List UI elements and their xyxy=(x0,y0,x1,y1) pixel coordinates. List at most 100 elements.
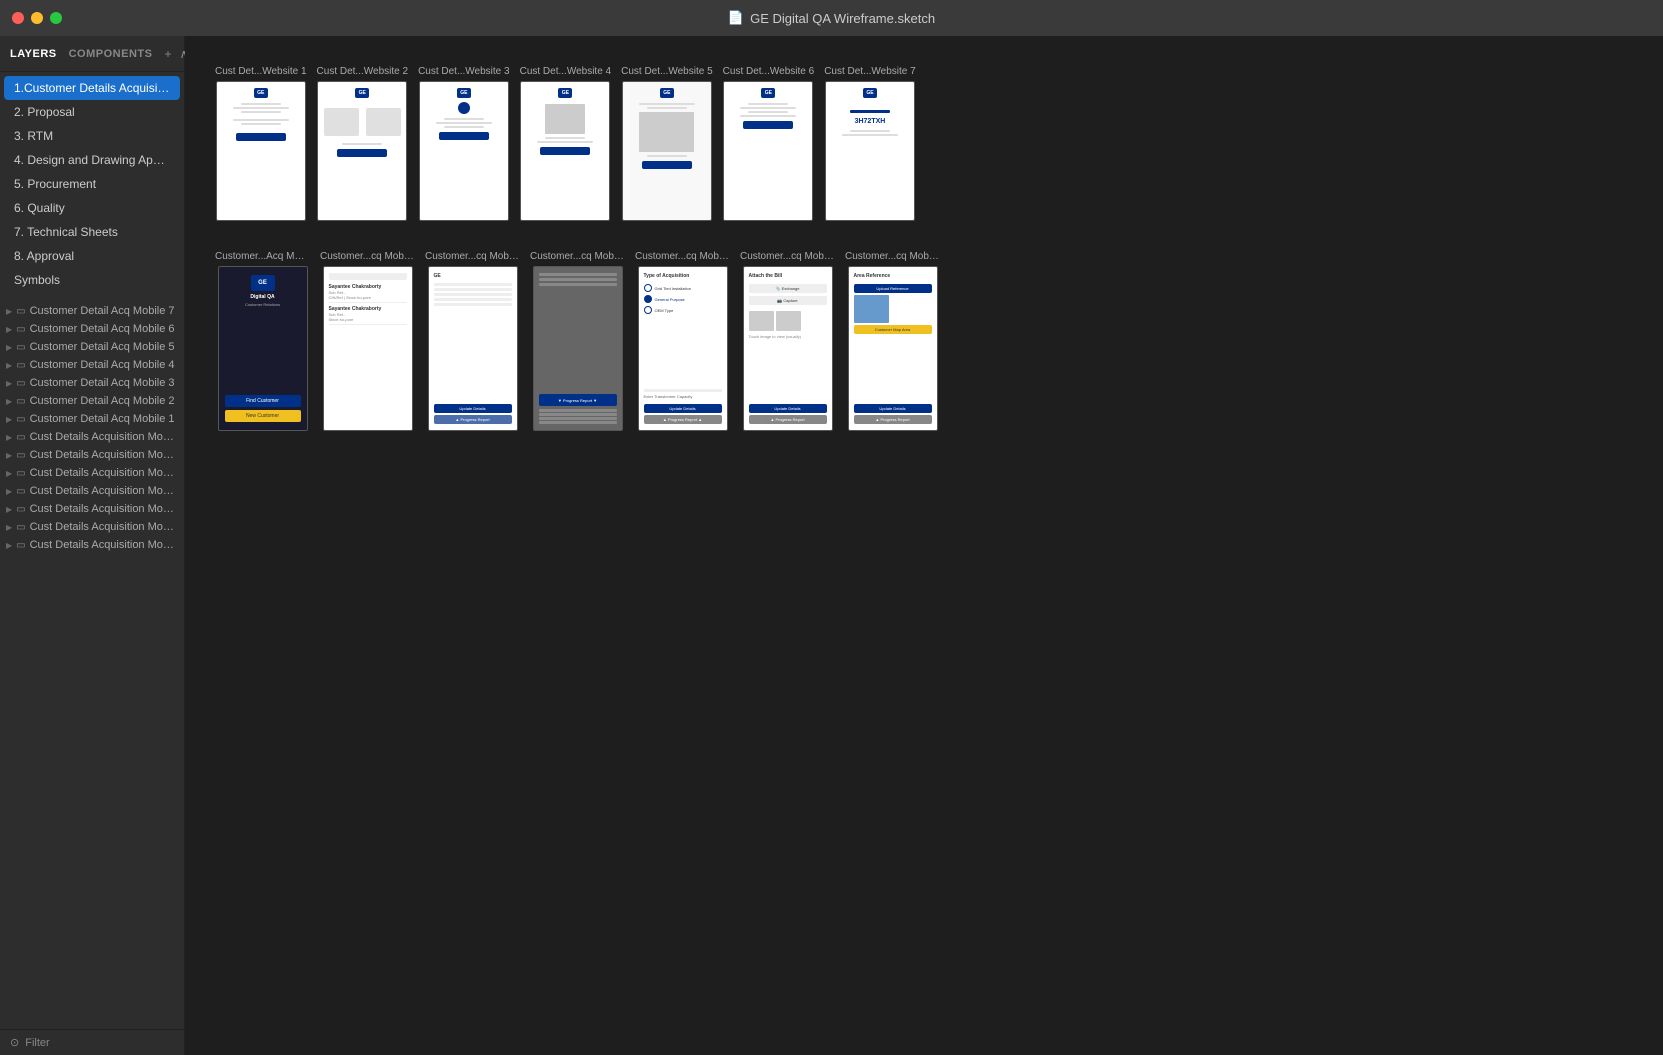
arrow-icon: ▶ xyxy=(6,487,12,496)
artwork-label: Customer...cq Mobile 3 xyxy=(425,251,520,262)
artwork-mobile-1[interactable]: Customer...Acq Mobile 1 GE Digital QA Cu… xyxy=(215,251,310,431)
sidebar-item-symbols[interactable]: Symbols xyxy=(4,268,180,292)
artwork-website-5[interactable]: Cust Det...Website 5 GE xyxy=(621,66,713,221)
artboard-icon: ▭ xyxy=(16,396,25,407)
artwork-mobile-2[interactable]: Customer...cq Mobile 2 Sayantee Chakrabo… xyxy=(320,251,415,431)
artwork-label: Cust Det...Website 2 xyxy=(317,66,409,77)
layer-item[interactable]: ▶ ▭ Customer Detail Acq Mobile 7 xyxy=(0,302,184,320)
artwork-mobile-6[interactable]: Customer...cq Mobile 6 Attach the Bill 📎… xyxy=(740,251,835,431)
artwork-thumbnail: Area Reference Upload Reference Customer… xyxy=(848,266,938,431)
artwork-thumbnail: GE xyxy=(419,81,509,221)
sidebar-item-procurement[interactable]: 5. Procurement xyxy=(4,172,180,196)
artboard-icon: ▭ xyxy=(16,306,25,317)
artwork-mobile-7[interactable]: Customer...cq Mobile 7 Area Reference Up… xyxy=(845,251,940,431)
artwork-label: Customer...cq Mobile 7 xyxy=(845,251,940,262)
artwork-label: Cust Det...Website 6 xyxy=(723,66,815,77)
tab-components[interactable]: COMPONENTS xyxy=(69,48,153,60)
artwork-website-4[interactable]: Cust Det...Website 4 GE xyxy=(520,66,612,221)
artboard-icon: ▭ xyxy=(16,522,25,533)
window-title: 📄 GE Digital QA Wireframe.sketch xyxy=(728,10,935,26)
artboard-icon: ▭ xyxy=(16,468,25,479)
artboard-icon: ▭ xyxy=(16,450,25,461)
artwork-website-2[interactable]: Cust Det...Website 2 GE xyxy=(317,66,409,221)
layer-item[interactable]: ▶ ▭ Customer Detail Acq Mobile 6 xyxy=(0,320,184,338)
arrow-icon: ▶ xyxy=(6,343,12,352)
tab-layers[interactable]: LAYERS xyxy=(10,48,57,60)
artwork-website-1[interactable]: Cust Det...Website 1 GE xyxy=(215,66,307,221)
artwork-label: Cust Det...Website 5 xyxy=(621,66,713,77)
sidebar-item-technical-sheets[interactable]: 7. Technical Sheets xyxy=(4,220,180,244)
artwork-thumbnail: GE xyxy=(317,81,407,221)
main-layout: LAYERS COMPONENTS + ∧ 1.Customer Details… xyxy=(0,36,1663,1055)
artwork-label: Customer...cq Mobile 4 xyxy=(530,251,625,262)
layer-item[interactable]: ▶ ▭ Cust Details Acquisition Mobi... xyxy=(0,446,184,464)
sidebar-item-proposal[interactable]: 2. Proposal xyxy=(4,100,180,124)
layer-item[interactable]: ▶ ▭ Cust Details Acquisition Mobi... xyxy=(0,518,184,536)
artwork-label: Cust Det...Website 3 xyxy=(418,66,510,77)
artwork-thumbnail: GE 3H72TXH xyxy=(825,81,915,221)
artwork-label: Customer...cq Mobile 6 xyxy=(740,251,835,262)
artwork-website-7[interactable]: Cust Det...Website 7 GE 3H72TXH xyxy=(824,66,916,221)
artwork-thumbnail: GE xyxy=(520,81,610,221)
artwork-mobile-4[interactable]: Customer...cq Mobile 4 ▼ Progress Report… xyxy=(530,251,625,431)
layer-item[interactable]: ▶ ▭ Cust Details Acquisition Mobi... xyxy=(0,482,184,500)
artboard-icon: ▭ xyxy=(16,378,25,389)
arrow-icon: ▶ xyxy=(6,541,12,550)
arrow-icon: ▶ xyxy=(6,523,12,532)
layer-item[interactable]: ▶ ▭ Customer Detail Acq Mobile 3 xyxy=(0,374,184,392)
mobile-screens-section: Customer...Acq Mobile 1 GE Digital QA Cu… xyxy=(215,251,1633,431)
artwork-thumbnail: GE xyxy=(723,81,813,221)
layer-item[interactable]: ▶ ▭ Customer Detail Acq Mobile 1 xyxy=(0,410,184,428)
sidebar-item-approval[interactable]: 8. Approval xyxy=(4,244,180,268)
artwork-label: Customer...Acq Mobile 1 xyxy=(215,251,310,262)
artwork-label: Customer...cq Mobile 5 xyxy=(635,251,730,262)
minimize-button[interactable] xyxy=(31,12,43,24)
artwork-thumbnail: GE Update Details ▲ Progress Report xyxy=(428,266,518,431)
arrow-icon: ▶ xyxy=(6,379,12,388)
artboard-icon: ▭ xyxy=(16,342,25,353)
artwork-mobile-3[interactable]: Customer...cq Mobile 3 GE Update xyxy=(425,251,520,431)
arrow-icon: ▶ xyxy=(6,433,12,442)
artwork-website-6[interactable]: Cust Det...Website 6 GE xyxy=(723,66,815,221)
artwork-thumbnail: GE xyxy=(216,81,306,221)
sidebar-item-quality[interactable]: 6. Quality xyxy=(4,196,180,220)
artboard-icon: ▭ xyxy=(16,504,25,515)
website-screens-section: Cust Det...Website 1 GE xyxy=(215,66,1633,221)
sidebar-item-design-drawing[interactable]: 4. Design and Drawing Approval xyxy=(4,148,180,172)
layer-item[interactable]: ▶ ▭ Customer Detail Acq Mobile 5 xyxy=(0,338,184,356)
canvas[interactable]: Cust Det...Website 1 GE xyxy=(185,36,1663,1055)
filter-icon: ⊙ xyxy=(10,1036,19,1049)
mobile-screens-row: Customer...Acq Mobile 1 GE Digital QA Cu… xyxy=(215,251,1633,431)
sidebar-item-customer-details[interactable]: 1.Customer Details Acquisition xyxy=(4,76,180,100)
layer-item[interactable]: ▶ ▭ Customer Detail Acq Mobile 2 xyxy=(0,392,184,410)
artwork-label: Cust Det...Website 1 xyxy=(215,66,307,77)
layer-item[interactable]: ▶ ▭ Cust Details Acquisition Mobi... xyxy=(0,500,184,518)
artwork-mobile-5[interactable]: Customer...cq Mobile 5 Type of Acquisiti… xyxy=(635,251,730,431)
arrow-icon: ▶ xyxy=(6,505,12,514)
arrow-icon: ▶ xyxy=(6,397,12,406)
artwork-label: Cust Det...Website 4 xyxy=(520,66,612,77)
artwork-label: Cust Det...Website 7 xyxy=(824,66,916,77)
layer-item[interactable]: ▶ ▭ Customer Detail Acq Mobile 4 xyxy=(0,356,184,374)
artboard-icon: ▭ xyxy=(16,540,25,551)
artwork-thumbnail: Type of Acquisition Grid Tied Installati… xyxy=(638,266,728,431)
artwork-thumbnail: Sayantee Chakraborty Sub Ref... CIN/Ref … xyxy=(323,266,413,431)
artwork-website-3[interactable]: Cust Det...Website 3 GE xyxy=(418,66,510,221)
artwork-thumbnail: GE xyxy=(622,81,712,221)
sidebar-item-rtm[interactable]: 3. RTM xyxy=(4,124,180,148)
artboard-icon: ▭ xyxy=(16,414,25,425)
arrow-icon: ▶ xyxy=(6,469,12,478)
arrow-icon: ▶ xyxy=(6,307,12,316)
layer-item[interactable]: ▶ ▭ Cust Details Acquisition Mobi... xyxy=(0,428,184,446)
close-button[interactable] xyxy=(12,12,24,24)
artwork-thumbnail: Attach the Bill 📎 Exchange 📷 Capture Tou… xyxy=(743,266,833,431)
fullscreen-button[interactable] xyxy=(50,12,62,24)
layer-item[interactable]: ▶ ▭ Cust Details Acquisition Mobi... xyxy=(0,536,184,554)
sidebar-nav: 1.Customer Details Acquisition 2. Propos… xyxy=(0,72,184,1029)
artboard-icon: ▭ xyxy=(16,432,25,443)
sidebar-header: LAYERS COMPONENTS + ∧ xyxy=(0,36,184,72)
layer-item[interactable]: ▶ ▭ Cust Details Acquisition Mobi... xyxy=(0,464,184,482)
artwork-thumbnail: GE Digital QA Customer Relations Find Cu… xyxy=(218,266,308,431)
sidebar: LAYERS COMPONENTS + ∧ 1.Customer Details… xyxy=(0,36,185,1055)
add-icon[interactable]: + xyxy=(164,47,171,61)
